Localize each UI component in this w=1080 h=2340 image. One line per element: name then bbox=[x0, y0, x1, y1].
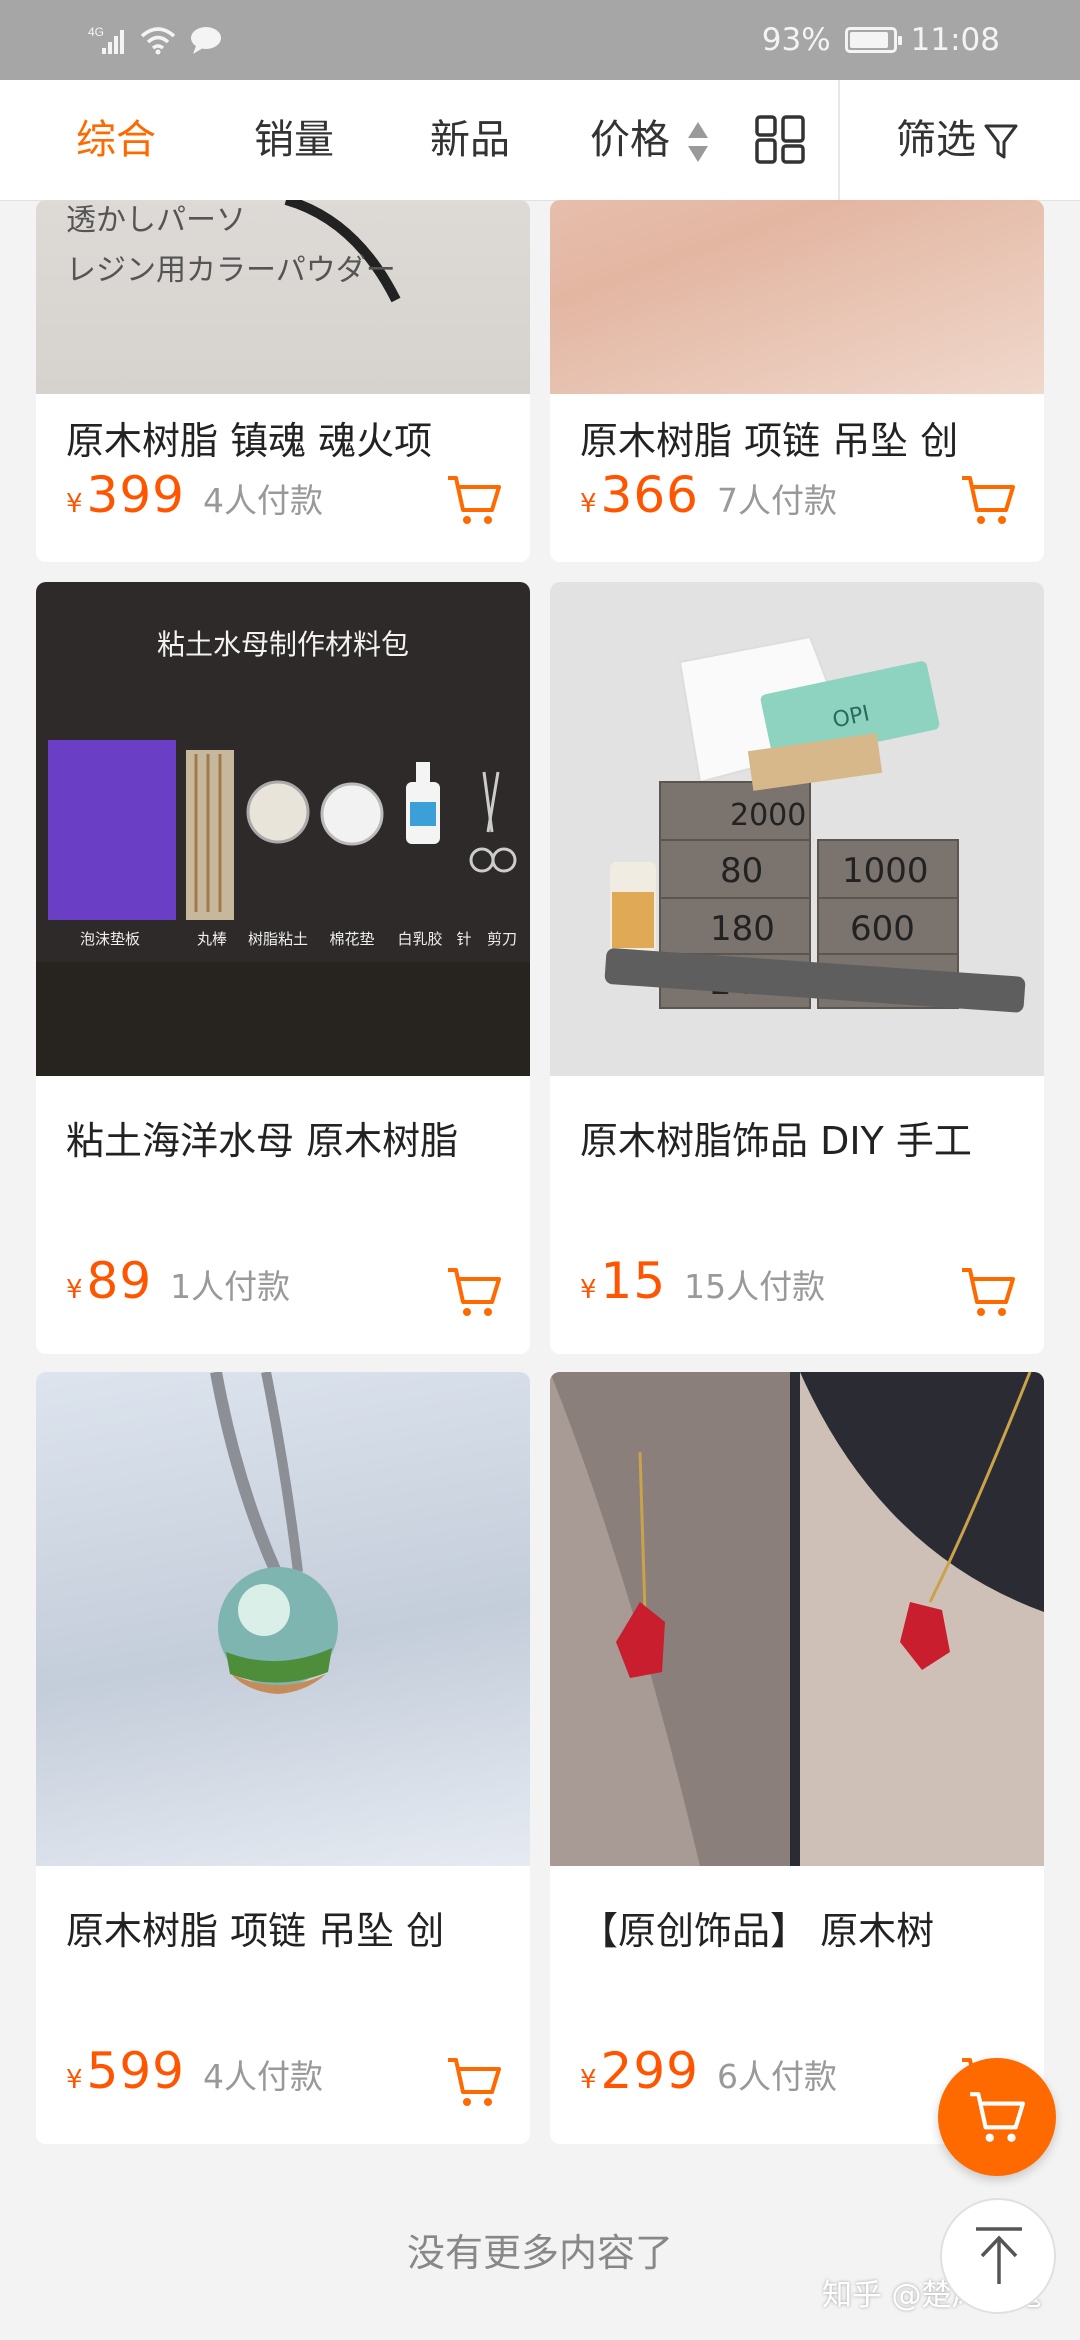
product-image[interactable]: 透かしパーソ レジン用カラーパウダー bbox=[36, 200, 530, 394]
add-to-cart-icon[interactable] bbox=[446, 2056, 502, 2108]
image-label: 泡沫垫板 bbox=[80, 930, 140, 948]
price: 599 bbox=[86, 2042, 185, 2100]
tab-comprehensive[interactable]: 综合 bbox=[76, 80, 156, 200]
status-right: 93% 11:08 bbox=[762, 18, 1000, 62]
add-to-cart-icon[interactable] bbox=[960, 1266, 1016, 1318]
price: 89 bbox=[86, 1252, 153, 1310]
currency-symbol: ¥ bbox=[66, 2065, 83, 2095]
product-title[interactable]: 原木树脂 项链 吊坠 创 bbox=[66, 1900, 510, 1955]
sales-count: 4人付款 bbox=[202, 2057, 323, 2096]
svg-text:レジン用カラーパウダー: レジン用カラーパウダー bbox=[66, 253, 396, 288]
filter-icon[interactable] bbox=[984, 124, 1018, 160]
status-left: 4G bbox=[88, 20, 224, 60]
sales-count: 4人付款 bbox=[202, 481, 323, 520]
product-image[interactable]: OPI 2000 80 1000 180 600 240 320 bbox=[550, 582, 1044, 1076]
cart-icon bbox=[970, 2092, 1025, 2142]
add-to-cart-icon[interactable] bbox=[446, 1266, 502, 1318]
currency-symbol: ¥ bbox=[580, 1275, 597, 1305]
product-card[interactable]: OPI 2000 80 1000 180 600 240 320 原木树脂饰品 … bbox=[550, 582, 1044, 1354]
image-label: 针 bbox=[456, 930, 471, 948]
product-title[interactable]: 粘土海洋水母 原木树脂 bbox=[66, 1110, 510, 1165]
message-icon bbox=[191, 27, 221, 54]
image-label: 棉花垫 bbox=[329, 930, 374, 948]
sort-bar: 综合 销量 新品 价格 筛选 bbox=[0, 80, 1080, 201]
image-heading: 粘土水母制作材料包 bbox=[157, 628, 409, 661]
product-title[interactable]: 原木树脂饰品 DIY 手工 bbox=[580, 1110, 1024, 1165]
currency-symbol: ¥ bbox=[580, 2065, 597, 2095]
product-card[interactable]: 透かしパーソ レジン用カラーパウダー 原木树脂 镇魂 魂火项 ¥ 399 4人付… bbox=[36, 200, 530, 562]
price-row: ¥ 366 7人付款 bbox=[580, 466, 837, 526]
wifi-icon bbox=[140, 27, 176, 55]
battery-percent: 93% bbox=[761, 22, 831, 58]
signal-icon: 4G bbox=[88, 25, 124, 54]
image-label: 2000 bbox=[730, 798, 806, 833]
image-label: 白乳胶 bbox=[397, 930, 442, 948]
currency-symbol: ¥ bbox=[66, 489, 83, 519]
tab-new[interactable]: 新品 bbox=[430, 80, 510, 200]
image-label: 剪刀 bbox=[487, 930, 517, 948]
image-label: 1000 bbox=[842, 851, 929, 891]
product-title[interactable]: 原木树脂 镇魂 魂火项 bbox=[66, 410, 510, 465]
tab-price[interactable]: 价格 bbox=[590, 80, 670, 200]
sales-count: 1人付款 bbox=[170, 1267, 291, 1306]
network-label: 4G bbox=[88, 25, 104, 39]
tab-sales[interactable]: 销量 bbox=[254, 80, 334, 200]
product-image[interactable] bbox=[550, 1372, 1044, 1866]
product-title[interactable]: 原木树脂 项链 吊坠 创 bbox=[580, 410, 1024, 465]
price: 15 bbox=[600, 1252, 667, 1310]
image-label: 600 bbox=[850, 909, 915, 949]
no-more-content: 没有更多内容了 bbox=[406, 2231, 673, 2275]
price: 299 bbox=[600, 2042, 699, 2100]
product-card[interactable]: 原木树脂 项链 吊坠 创 ¥ 599 4人付款 bbox=[36, 1372, 530, 2144]
floating-cart-button[interactable] bbox=[938, 2058, 1056, 2176]
price-row: ¥ 15 15人付款 bbox=[580, 1252, 825, 1312]
image-label: 180 bbox=[710, 909, 775, 949]
status-bar: 4G 93% 11:08 bbox=[0, 0, 1080, 80]
price-row: ¥ 89 1人付款 bbox=[66, 1252, 290, 1312]
filter-button[interactable]: 筛选 bbox=[896, 80, 976, 200]
product-card[interactable]: 【原创饰品】 原木树 ¥ 299 6人付款 bbox=[550, 1372, 1044, 2144]
add-to-cart-icon[interactable] bbox=[446, 474, 502, 526]
sort-divider bbox=[838, 80, 840, 200]
currency-symbol: ¥ bbox=[580, 489, 597, 519]
battery-icon bbox=[844, 27, 902, 53]
price-row: ¥ 399 4人付款 bbox=[66, 466, 323, 526]
svg-text:透かしパーソ: 透かしパーソ bbox=[66, 203, 246, 238]
currency-symbol: ¥ bbox=[66, 1275, 83, 1305]
price-row: ¥ 599 4人付款 bbox=[66, 2042, 323, 2102]
price: 366 bbox=[600, 466, 699, 524]
back-to-top-button[interactable] bbox=[940, 2198, 1056, 2314]
clock: 11:08 bbox=[910, 22, 1000, 58]
image-label: 丸棒 bbox=[197, 930, 227, 948]
sort-arrows-icon[interactable] bbox=[686, 120, 710, 164]
product-card[interactable]: 粘土水母制作材料包 泡沫垫板 丸棒 树脂粘土 棉花垫 白乳胶 针 剪刀 粘土海洋… bbox=[36, 582, 530, 1354]
sales-count: 7人付款 bbox=[716, 481, 837, 520]
product-title[interactable]: 【原创饰品】 原木树 bbox=[580, 1900, 1024, 1955]
price: 399 bbox=[86, 466, 185, 524]
sales-count: 6人付款 bbox=[716, 2057, 837, 2096]
sales-count: 15人付款 bbox=[684, 1267, 826, 1306]
product-image[interactable]: 粘土水母制作材料包 泡沫垫板 丸棒 树脂粘土 棉花垫 白乳胶 针 剪刀 bbox=[36, 582, 530, 1076]
image-label: 80 bbox=[720, 851, 763, 891]
product-image[interactable] bbox=[550, 200, 1044, 394]
add-to-cart-icon[interactable] bbox=[960, 474, 1016, 526]
arrow-up-icon bbox=[976, 2227, 1022, 2284]
image-label: 树脂粘土 bbox=[248, 930, 308, 948]
grid-view-icon[interactable] bbox=[754, 114, 806, 166]
price-row: ¥ 299 6人付款 bbox=[580, 2042, 837, 2102]
product-card[interactable]: 原木树脂 项链 吊坠 创 ¥ 366 7人付款 bbox=[550, 200, 1044, 562]
product-image[interactable] bbox=[36, 1372, 530, 1866]
